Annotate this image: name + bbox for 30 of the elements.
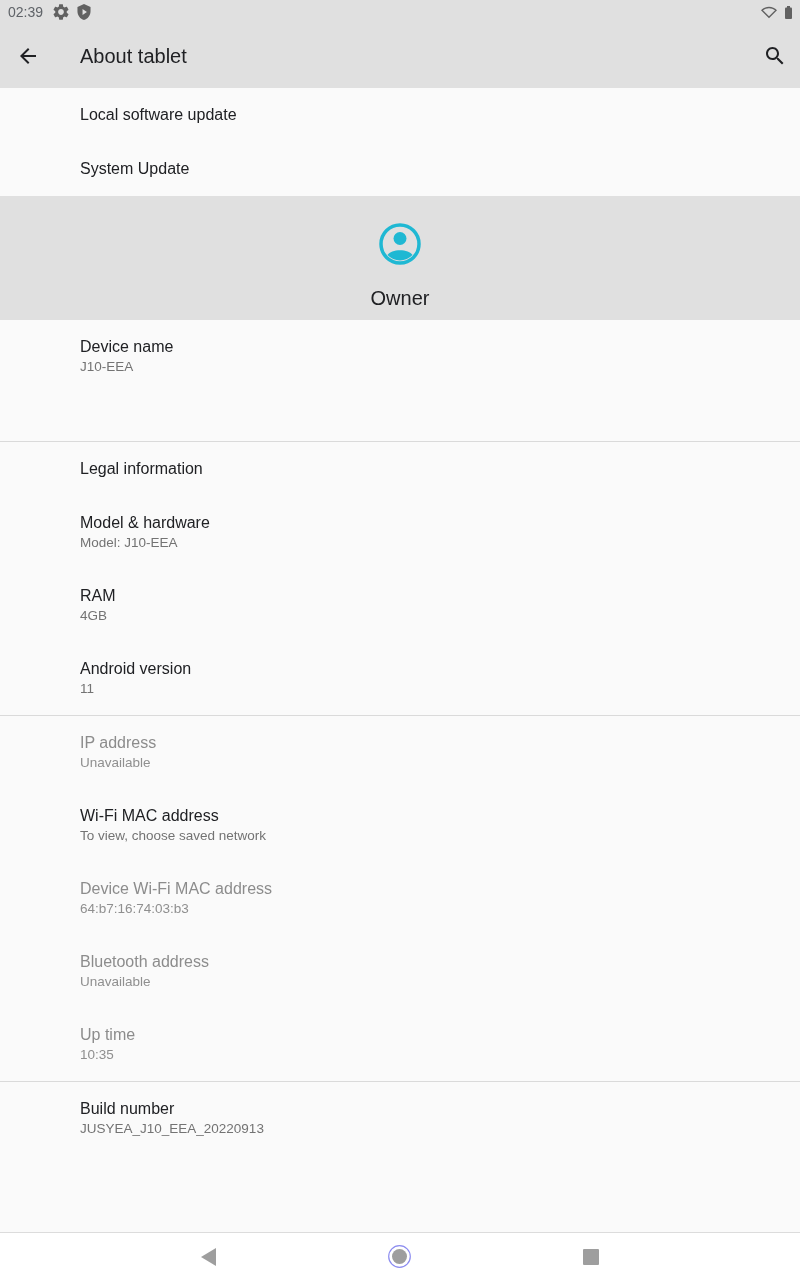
setting-title[interactable]: RAM [80,586,116,606]
wifi-icon [761,5,777,19]
back-nav-button[interactable] [201,1247,216,1266]
setting-summary: 11 [80,680,94,698]
setting-title[interactable]: Local software update [80,105,237,125]
shield-icon [77,4,92,20]
owner-name: Owner [370,287,430,310]
setting-summary: 4GB [80,607,107,625]
setting-summary: Unavailable [80,973,151,991]
user-avatar-icon[interactable] [379,223,421,265]
setting-summary: Model: J10-EEA [80,534,178,552]
clock-time: 02:39 [8,4,44,20]
setting-title[interactable]: System Update [80,159,190,179]
setting-title[interactable]: Build number [80,1099,175,1119]
setting-title[interactable]: Legal information [80,459,203,479]
setting-summary: Unavailable [80,754,151,772]
setting-summary: JUSYEA_J10_EEA_20220913 [80,1120,264,1138]
battery-icon [785,5,792,19]
setting-summary: To view, choose saved network [80,827,267,845]
home-nav-button[interactable] [388,1245,411,1268]
setting-title[interactable]: Wi-Fi MAC address [80,806,219,826]
setting-title[interactable]: Model & hardware [80,513,210,533]
recents-nav-button[interactable] [583,1248,599,1265]
page-title: About tablet [80,44,188,68]
setting-summary: J10-EEA [80,358,134,376]
setting-title[interactable]: Device name [80,337,174,357]
setting-summary: 10:35 [80,1046,114,1064]
setting-title[interactable]: Android version [80,659,192,679]
gear-icon [53,4,70,20]
setting-summary: 64:b7:16:74:03:b3 [80,900,189,918]
